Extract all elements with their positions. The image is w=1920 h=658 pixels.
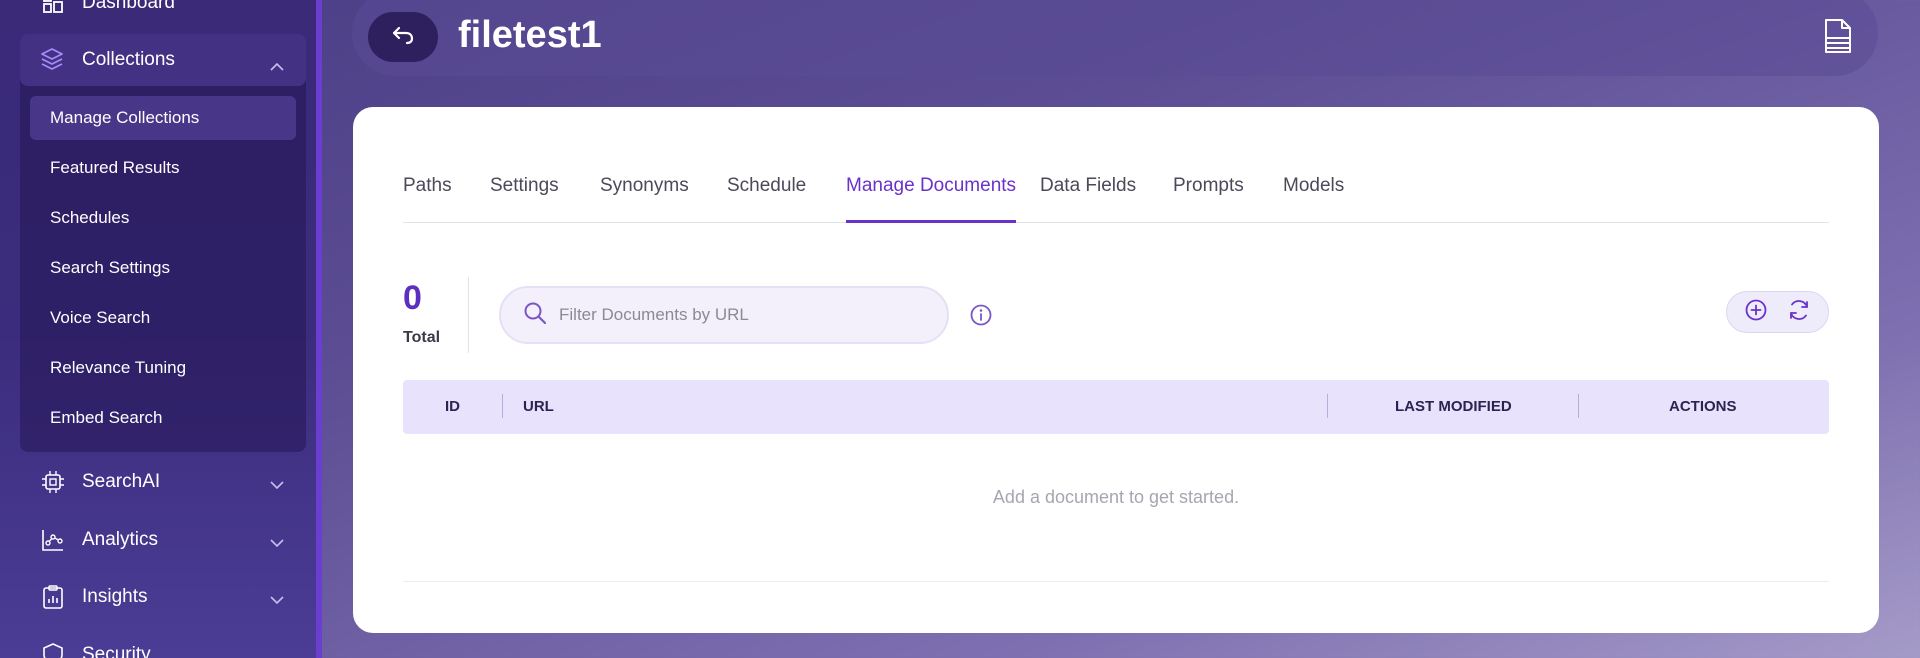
- sidebar-subitem-label: Manage Collections: [50, 108, 200, 127]
- chevron-down-icon: [270, 532, 284, 554]
- sidebar-subitem-label: Voice Search: [50, 308, 151, 327]
- column-divider: [502, 394, 503, 418]
- search-icon: [523, 301, 547, 330]
- sidebar-subitem-label: Search Settings: [50, 258, 171, 277]
- tab-schedule[interactable]: Schedule: [727, 175, 806, 223]
- empty-state-message: Add a document to get started.: [992, 487, 1240, 507]
- tab-synonyms[interactable]: Synonyms: [600, 175, 689, 223]
- chip-icon: [40, 469, 66, 495]
- sidebar-subitem-search-settings[interactable]: Search Settings: [30, 246, 296, 290]
- tab-paths[interactable]: Paths: [403, 175, 452, 223]
- document-actions: [1726, 291, 1829, 333]
- search-input[interactable]: [559, 305, 919, 325]
- sidebar-item-security[interactable]: Security: [20, 630, 306, 658]
- sidebar-item-dashboard[interactable]: Dashboard: [20, 0, 306, 28]
- sidebar-item-analytics[interactable]: Analytics: [20, 515, 306, 565]
- sidebar-subitem-label: Featured Results: [50, 158, 180, 177]
- chevron-down-icon: [270, 589, 284, 611]
- document-count-label: Total: [403, 329, 441, 346]
- chevron-down-icon: [270, 474, 284, 496]
- sidebar-item-label: Analytics: [82, 529, 159, 550]
- sidebar-item-label: Collections: [82, 49, 175, 70]
- column-header-last-modified[interactable]: LAST MODIFIED: [1395, 398, 1512, 415]
- tab-models[interactable]: Models: [1283, 175, 1344, 223]
- tab-settings[interactable]: Settings: [490, 175, 559, 223]
- sidebar-subitem-featured-results[interactable]: Featured Results: [30, 146, 296, 190]
- sidebar-item-collections[interactable]: Collections: [20, 34, 306, 86]
- divider: [468, 277, 469, 353]
- sidebar-subitem-schedules[interactable]: Schedules: [30, 196, 296, 240]
- sidebar-item-label: SearchAI: [82, 471, 161, 492]
- column-header-actions: ACTIONS: [1669, 398, 1737, 415]
- analytics-icon: [40, 527, 66, 553]
- sidebar-item-label: Security: [82, 644, 151, 658]
- sidebar-subitem-relevance-tuning[interactable]: Relevance Tuning: [30, 346, 296, 390]
- clipboard-icon: [40, 584, 66, 610]
- sidebar-subitem-voice-search[interactable]: Voice Search: [30, 296, 296, 340]
- tab-data-fields[interactable]: Data Fields: [1040, 175, 1136, 223]
- content-card: Paths Settings Synonyms Schedule Manage …: [353, 107, 1879, 633]
- layers-icon: [40, 47, 66, 73]
- sidebar-subitem-label: Embed Search: [50, 408, 163, 427]
- sidebar-item-insights[interactable]: Insights: [20, 572, 306, 622]
- table-bottom-border: [403, 581, 1829, 582]
- info-icon[interactable]: [969, 303, 993, 332]
- tab-manage-documents[interactable]: Manage Documents: [846, 175, 1017, 223]
- sidebar-subitem-label: Relevance Tuning: [50, 358, 187, 377]
- shield-icon: [40, 642, 66, 658]
- document-count: 0: [403, 279, 422, 317]
- sidebar-subitem-manage-collections[interactable]: Manage Collections: [30, 96, 296, 140]
- sidebar-item-label: Dashboard: [82, 0, 175, 13]
- sidebar-item-searchai[interactable]: SearchAI: [20, 457, 306, 507]
- column-header-url[interactable]: URL: [523, 398, 554, 415]
- sidebar-subitem-label: Schedules: [50, 208, 130, 227]
- tab-bar: Paths Settings Synonyms Schedule Manage …: [403, 175, 1829, 223]
- dashboard-icon: [40, 0, 66, 16]
- back-button[interactable]: [368, 12, 438, 62]
- page-title: filetest1: [458, 14, 602, 56]
- column-header-id[interactable]: ID: [445, 398, 460, 415]
- sidebar-item-label: Insights: [82, 586, 148, 607]
- sidebar: Dashboard Collections Manage Collections…: [0, 0, 322, 658]
- sidebar-subitem-embed-search[interactable]: Embed Search: [30, 396, 296, 440]
- add-document-button[interactable]: [1744, 298, 1768, 327]
- document-icon[interactable]: [1824, 18, 1852, 59]
- table-header: ID URL LAST MODIFIED ACTIONS: [403, 380, 1829, 434]
- back-arrow-icon: [391, 25, 415, 50]
- column-divider: [1578, 394, 1579, 418]
- column-divider: [1327, 394, 1328, 418]
- chevron-up-icon: [270, 55, 284, 77]
- tab-prompts[interactable]: Prompts: [1173, 175, 1244, 223]
- search-box: [499, 286, 949, 344]
- refresh-button[interactable]: [1787, 298, 1811, 327]
